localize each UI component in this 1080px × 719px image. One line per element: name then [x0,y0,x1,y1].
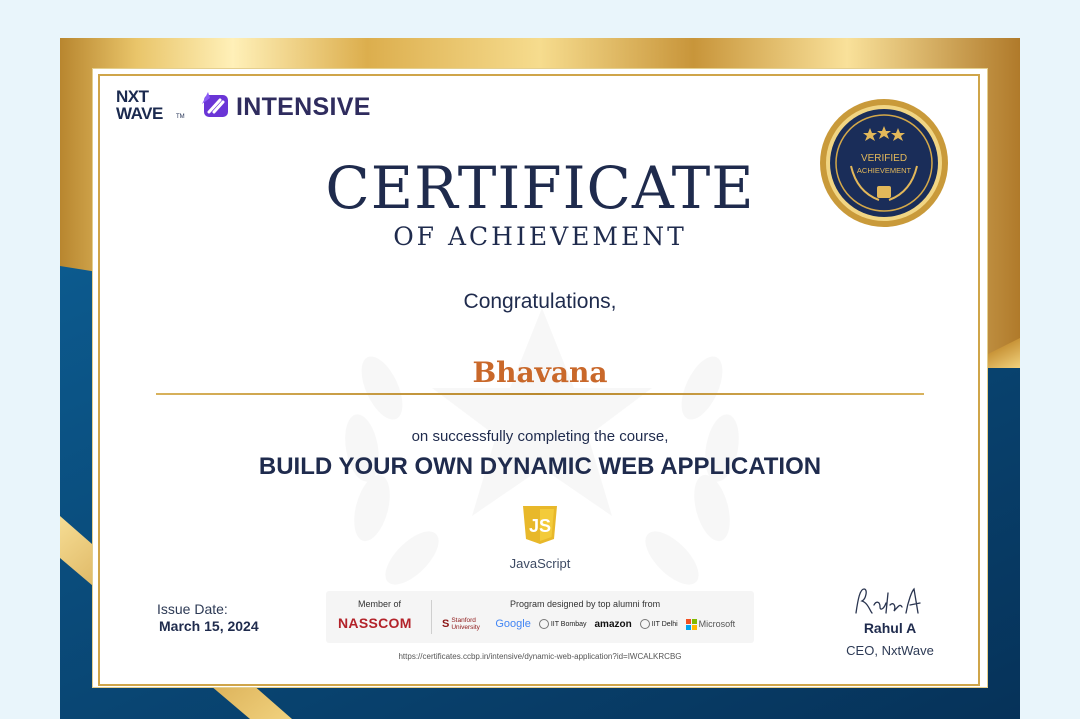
name-underline [156,393,924,395]
certificate-subtitle: OF ACHIEVEMENT [393,222,687,251]
technology-label: JavaScript [509,556,571,571]
logo-line-1: NXT [116,87,149,106]
iit-bombay-icon [538,619,549,629]
nasscom-logo: NASSCOM [338,615,412,631]
certificate-title: CERTIFICATE [325,154,755,222]
iit-delhi-icon [639,619,650,629]
greeting: Congratulations, [463,290,617,313]
javascript-badge-text: JS [529,516,551,536]
signature [855,587,921,614]
stanford-icon: S [442,618,450,630]
issue-date-label: Issue Date: [157,601,228,617]
laurel-watermark [345,308,739,585]
course-name: BUILD YOUR OWN DYNAMIC WEB APPLICATION [258,453,822,480]
javascript-icon: JS [523,506,557,544]
stanford-logo: S Stanford University [442,617,480,631]
member-of-label: Member of [358,599,402,609]
partners-strip: Member of NASSCOM Program designed by to… [326,591,754,643]
intensive-icon [202,92,228,117]
issue-date: March 15, 2024 [159,618,259,634]
certificate: NXT WAVE TM INTENSIVE VERIFIED ACHIEVEME… [60,38,1020,719]
iit-delhi-logo: IIT Delhi [639,619,678,629]
signatory-name: Rahul A [863,620,917,636]
alumni-logos: S Stanford University Google IIT Bombay … [442,616,735,632]
program-designed-label: Program designed by top alumni from [510,599,661,609]
iit-bombay-logo: IIT Bombay [538,619,587,629]
nxtwave-logo: NXT WAVE TM [116,88,186,124]
microsoft-logo: Microsoft [685,618,735,630]
partner-divider [431,600,432,634]
microsoft-icon [685,618,697,630]
amazon-logo: amazon [594,618,632,630]
completion-text: on successfully completing the course, [411,428,669,445]
signatory-title: CEO, NxtWave [846,643,934,658]
program-name: INTENSIVE [236,93,371,121]
recipient-name: Bhavana [472,356,608,389]
logo-line-2: WAVE [116,104,163,123]
logo-trademark: TM [176,114,185,120]
google-logo: Google [495,618,531,630]
